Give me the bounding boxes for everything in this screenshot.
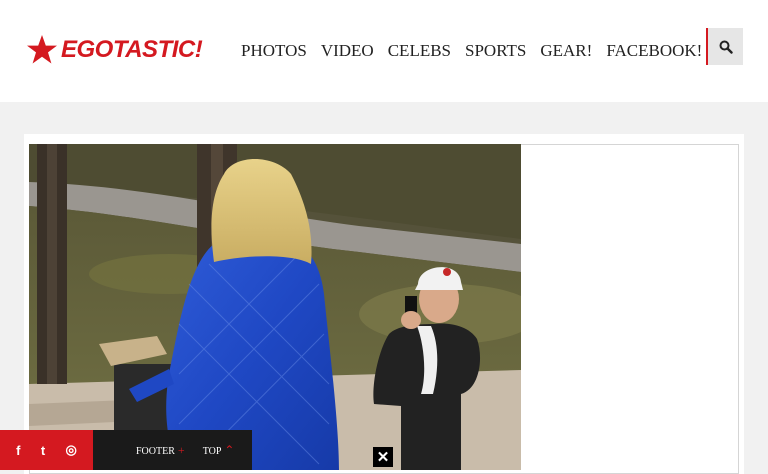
photo-image <box>29 144 521 470</box>
top-link-label: TOP <box>202 445 222 457</box>
sticky-bottom-bar: f t ◎ FOOTER + TOP ⌃ <box>0 430 252 470</box>
nav-item-video[interactable]: VIDEO <box>321 40 374 62</box>
facebook-icon[interactable]: f <box>16 443 20 458</box>
footer-toggle-link[interactable]: FOOTER + <box>136 443 185 458</box>
chevron-up-icon: ⌃ <box>224 442 235 457</box>
nav-item-photos[interactable]: PHOTOS <box>241 40 307 62</box>
nav-item-facebook[interactable]: FACEBOOK! <box>606 40 702 62</box>
site-logo[interactable]: EGOTASTIC! <box>26 34 203 66</box>
nav-item-celebs[interactable]: CELEBS <box>388 40 451 62</box>
plus-icon: + <box>177 442 185 457</box>
twitter-icon[interactable]: t <box>41 443 45 458</box>
search-icon <box>719 40 733 54</box>
close-icon: ✕ <box>376 449 390 466</box>
search-button[interactable] <box>706 28 743 65</box>
footer-links: FOOTER + TOP ⌃ <box>93 430 252 470</box>
site-header: EGOTASTIC! PHOTOS VIDEO CELEBS SPORTS GE… <box>0 0 768 102</box>
social-links: f t ◎ <box>0 430 93 470</box>
article-photo[interactable] <box>29 144 521 470</box>
instagram-icon[interactable]: ◎ <box>65 442 76 458</box>
star-icon <box>27 35 57 64</box>
back-to-top-link[interactable]: TOP ⌃ <box>203 443 235 458</box>
footer-link-label: FOOTER <box>136 445 175 457</box>
nav-item-gear[interactable]: GEAR! <box>540 40 592 62</box>
brand-name: EGOTASTIC! <box>61 36 203 63</box>
nav-item-sports[interactable]: SPORTS <box>465 40 526 62</box>
main-nav: PHOTOS VIDEO CELEBS SPORTS GEAR! FACEBOO… <box>241 40 716 62</box>
close-ad-button[interactable]: ✕ <box>373 447 393 467</box>
